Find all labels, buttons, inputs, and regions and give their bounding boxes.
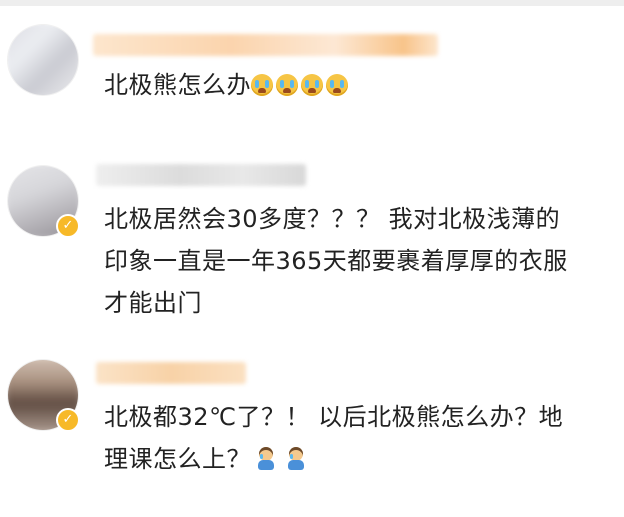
comment-item: ✓ 北极居然会30多度？？？ 我对北极浅薄的 印象一直是一年365天都要裹着厚厚…: [0, 150, 624, 330]
username-blurred[interactable]: [96, 164, 306, 186]
crying-child-icon: [257, 447, 275, 471]
comment-text-content: 北极熊怎么办: [104, 71, 251, 99]
crying-face-icon: [251, 74, 273, 96]
comment-text: 北极都32℃了？！ 以后北极熊怎么办？地 理课怎么上？: [104, 396, 609, 480]
crying-child-icon: [287, 447, 305, 471]
comment-item: ✓ 北极都32℃了？！ 以后北极熊怎么办？地 理课怎么上？: [0, 350, 624, 510]
avatar[interactable]: [8, 25, 78, 95]
username-blurred[interactable]: [93, 34, 438, 56]
emoji-group: [251, 445, 311, 473]
comment-item: 北极熊怎么办: [0, 0, 624, 140]
crying-face-icon: [276, 74, 298, 96]
verified-badge-icon: ✓: [56, 408, 80, 432]
comment-text-content: 北极都32℃了？！ 以后北极熊怎么办？地 理课怎么上？: [104, 403, 564, 473]
crying-face-icon: [326, 74, 348, 96]
emoji-group: [251, 71, 351, 99]
comment-text-content: 北极居然会30多度？？？ 我对北极浅薄的 印象一直是一年365天都要裹着厚厚的衣…: [104, 205, 568, 317]
comment-text: 北极熊怎么办: [104, 64, 609, 106]
username-blurred[interactable]: [96, 362, 246, 384]
verified-badge-icon: ✓: [56, 214, 80, 238]
comment-feed: 北极熊怎么办 ✓ 北极居然会30多度？？？ 我对北极浅薄的 印象一直是一年365…: [0, 0, 624, 517]
comment-text: 北极居然会30多度？？？ 我对北极浅薄的 印象一直是一年365天都要裹着厚厚的衣…: [104, 198, 609, 324]
crying-face-icon: [301, 74, 323, 96]
